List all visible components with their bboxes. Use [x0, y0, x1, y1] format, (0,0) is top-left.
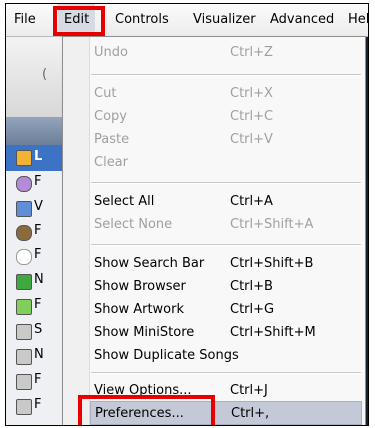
menu-item-shortcut: Ctrl+Z: [230, 45, 273, 60]
menu-item-paste[interactable]: Paste Ctrl+V: [90, 128, 362, 152]
menu-item-shortcut: Ctrl+A: [230, 194, 273, 209]
music-store-icon: [16, 274, 32, 290]
sidebar-item-label: N: [34, 347, 44, 362]
podcast-icon: [16, 176, 32, 192]
menu-item-label: Paste: [94, 132, 130, 147]
menu-item-label: Select None: [94, 217, 173, 232]
menu-item-select-all[interactable]: Select All Ctrl+A: [90, 190, 362, 214]
sidebar-item-label: F: [34, 247, 42, 262]
menu-item-label: Show Browser: [94, 279, 186, 294]
menu-item-shortcut: Ctrl+,: [231, 406, 270, 421]
menu-item-shortcut: Ctrl+J: [230, 383, 268, 398]
menu-item-show-search-bar[interactable]: Show Search Bar Ctrl+Shift+B: [90, 252, 362, 276]
toolbar-area: (: [6, 37, 64, 118]
menu-item-shortcut: Ctrl+G: [230, 302, 275, 317]
menu-file[interactable]: File: [8, 4, 42, 36]
toolbar-fragment: (: [42, 67, 48, 82]
menu-item-label: Show MiniStore: [94, 325, 195, 340]
wireless-icon: [16, 249, 32, 265]
menu-advanced[interactable]: Advanced: [264, 4, 340, 36]
menu-item-label: Undo: [94, 45, 128, 60]
menu-item-shortcut: Ctrl+Shift+A: [230, 217, 314, 232]
menu-controls[interactable]: Controls: [109, 4, 175, 36]
menu-item-shortcut: Ctrl+C: [230, 109, 274, 124]
menu-item-shortcut: Ctrl+X: [230, 86, 273, 101]
menu-item-shortcut: Ctrl+Shift+M: [230, 325, 316, 340]
menu-item-undo[interactable]: Undo Ctrl+Z: [90, 41, 362, 65]
sidebar-item-library-selected[interactable]: L: [6, 145, 64, 171]
menu-item-shortcut: Ctrl+B: [230, 279, 273, 294]
disk-stack-icon: [16, 225, 32, 241]
library-icon: [16, 150, 32, 166]
music-note-icon: [16, 299, 32, 315]
menu-item-label: Copy: [94, 109, 127, 124]
sidebar-item-label: F: [34, 397, 42, 412]
gear-icon: [16, 324, 32, 340]
menu-item-shortcut: Ctrl+Shift+B: [230, 256, 314, 271]
menu-item-show-ministore[interactable]: Show MiniStore Ctrl+Shift+M: [90, 321, 362, 345]
sidebar-item-label: N: [34, 272, 44, 287]
menu-separator: [91, 244, 361, 246]
sidebar-item-label: S: [34, 322, 43, 337]
sidebar-item-label: F: [34, 372, 42, 387]
menu-item-label: Cut: [94, 86, 117, 101]
menu-separator: [91, 74, 361, 76]
monitor-icon: [16, 201, 32, 217]
menu-item-copy[interactable]: Copy Ctrl+C: [90, 105, 362, 129]
sidebar-strip: ( L F V F F N F S N F F: [6, 37, 64, 425]
sidebar-item-label: L: [34, 149, 43, 164]
sidebar-item-label: F: [34, 223, 42, 238]
menu-item-show-duplicate-songs[interactable]: Show Duplicate Songs: [90, 344, 362, 368]
menu-item-show-artwork[interactable]: Show Artwork Ctrl+G: [90, 298, 362, 322]
header-strip: [6, 117, 64, 145]
menu-item-cut[interactable]: Cut Ctrl+X: [90, 82, 362, 106]
menu-visualizer[interactable]: Visualizer: [187, 4, 262, 36]
menu-icon-gutter: [63, 37, 90, 425]
menu-item-label: Show Search Bar: [94, 256, 205, 271]
itunes-window: File Edit Controls Visualizer Advanced H…: [5, 3, 369, 426]
menu-item-shortcut: Ctrl+V: [230, 132, 273, 147]
menu-separator: [91, 372, 361, 374]
edit-dropdown-menu: Undo Ctrl+Z Cut Ctrl+X Copy Ctrl+C Paste…: [62, 36, 366, 425]
sidebar-item-label: F: [34, 297, 42, 312]
menu-item-clear[interactable]: Clear: [90, 151, 362, 175]
menu-item-label: Select All: [94, 194, 155, 209]
menu-help[interactable]: Hel: [342, 4, 368, 36]
menu-item-select-none[interactable]: Select None Ctrl+Shift+A: [90, 213, 362, 237]
gear-icon: [16, 349, 32, 365]
menu-item-label: Show Duplicate Songs: [94, 348, 239, 363]
gear-icon: [16, 399, 32, 415]
sidebar-item-label: V: [34, 199, 43, 214]
preferences-highlight-box: [78, 395, 215, 425]
sidebar-item-label: F: [34, 174, 42, 189]
edit-highlight-box: [53, 6, 105, 36]
menu-item-label: Show Artwork: [94, 302, 185, 317]
gear-icon: [16, 374, 32, 390]
menu-item-show-browser[interactable]: Show Browser Ctrl+B: [90, 275, 362, 299]
menu-item-label: Clear: [94, 155, 128, 170]
menu-separator: [91, 182, 361, 184]
